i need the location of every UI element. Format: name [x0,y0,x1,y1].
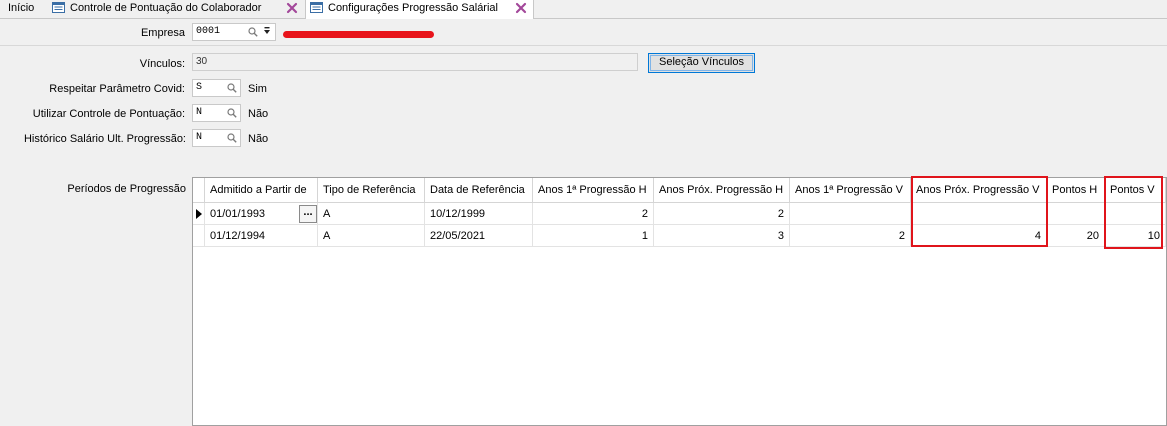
tab-label: Configurações Progressão Salárial [328,2,498,14]
covid-description: Sim [248,83,267,95]
tab-controle-pontuacao[interactable]: Controle de Pontuação do Colaborador [48,0,285,18]
table-cell[interactable]: 01/12/1994 [205,225,318,247]
search-icon[interactable] [227,133,237,143]
divider [0,45,1167,46]
pontuacao-value: N [196,107,203,118]
selecao-vinculos-button[interactable]: Seleção Vínculos [648,53,755,73]
table-cell[interactable]: 1 [533,225,654,247]
close-tab-icon[interactable] [285,1,299,15]
chevron-down-icon[interactable] [263,26,271,37]
table-cell[interactable] [790,203,911,225]
search-icon[interactable] [248,27,258,37]
column-header[interactable]: Data de Referência [425,178,533,203]
search-icon[interactable] [227,108,237,118]
search-icon[interactable] [227,83,237,93]
periodos-label: Períodos de Progressão [67,183,186,195]
table-cell[interactable]: 2 [654,203,790,225]
table-cell[interactable] [1047,203,1105,225]
column-header[interactable]: Admitido a Partir de [205,178,318,203]
row-indicator [193,203,205,225]
form-icon [310,1,323,13]
periodos-grid[interactable]: Admitido a Partir de Tipo de Referência … [192,176,1167,426]
highlight-anos-prox-progressao-v [911,176,1048,247]
redacted-empresa-name [283,31,434,38]
covid-label: Respeitar Parâmetro Covid: [49,83,185,95]
table-cell[interactable]: 2 [533,203,654,225]
tab-label: Início [8,2,35,14]
row-indicator-header [193,178,205,203]
highlight-pontos-v [1104,176,1163,249]
empresa-value: 0001 [196,26,221,37]
row-indicator [193,225,205,247]
column-header[interactable]: Anos 1ª Progressão H [533,178,654,203]
cell-value: 01/01/1993 [210,208,266,220]
table-cell[interactable]: 20 [1047,225,1105,247]
pontuacao-description: Não [248,108,269,120]
current-row-icon [196,209,202,219]
tab-configuracoes-progressao[interactable]: Configurações Progressão Salárial [305,0,534,19]
pontuacao-label: Utilizar Controle de Pontuação: [32,108,185,120]
form-icon [52,1,65,13]
selecao-vinculos-label: Seleção Vínculos [659,56,744,68]
table-cell[interactable]: 2 [790,225,911,247]
historico-label: Histórico Salário Ult. Progressão: [23,133,186,145]
ellipsis-button[interactable]: ... [299,205,317,223]
close-tab-icon[interactable] [514,1,528,15]
tab-label: Controle de Pontuação do Colaborador [70,2,262,14]
vinculos-field: 30 [192,53,638,71]
column-header[interactable]: Anos 1ª Progressão V [790,178,911,203]
tab-inicio[interactable]: Início [4,0,38,18]
empresa-label: Empresa [140,27,185,39]
table-cell[interactable]: A [318,225,425,247]
vinculos-label: Vínculos: [139,58,185,70]
historico-value: N [196,132,203,143]
table-cell[interactable]: 22/05/2021 [425,225,533,247]
table-cell[interactable]: A [318,203,425,225]
covid-value: S [196,82,203,93]
column-header[interactable]: Anos Próx. Progressão H [654,178,790,203]
column-header[interactable]: Pontos H [1047,178,1105,203]
column-header[interactable]: Tipo de Referência [318,178,425,203]
tab-bar: Início Controle de Pontuação do Colabora… [0,0,1167,19]
historico-description: Não [248,133,269,145]
vinculos-value: 30 [196,56,208,67]
table-cell[interactable]: 3 [654,225,790,247]
table-cell[interactable]: 10/12/1999 [425,203,533,225]
